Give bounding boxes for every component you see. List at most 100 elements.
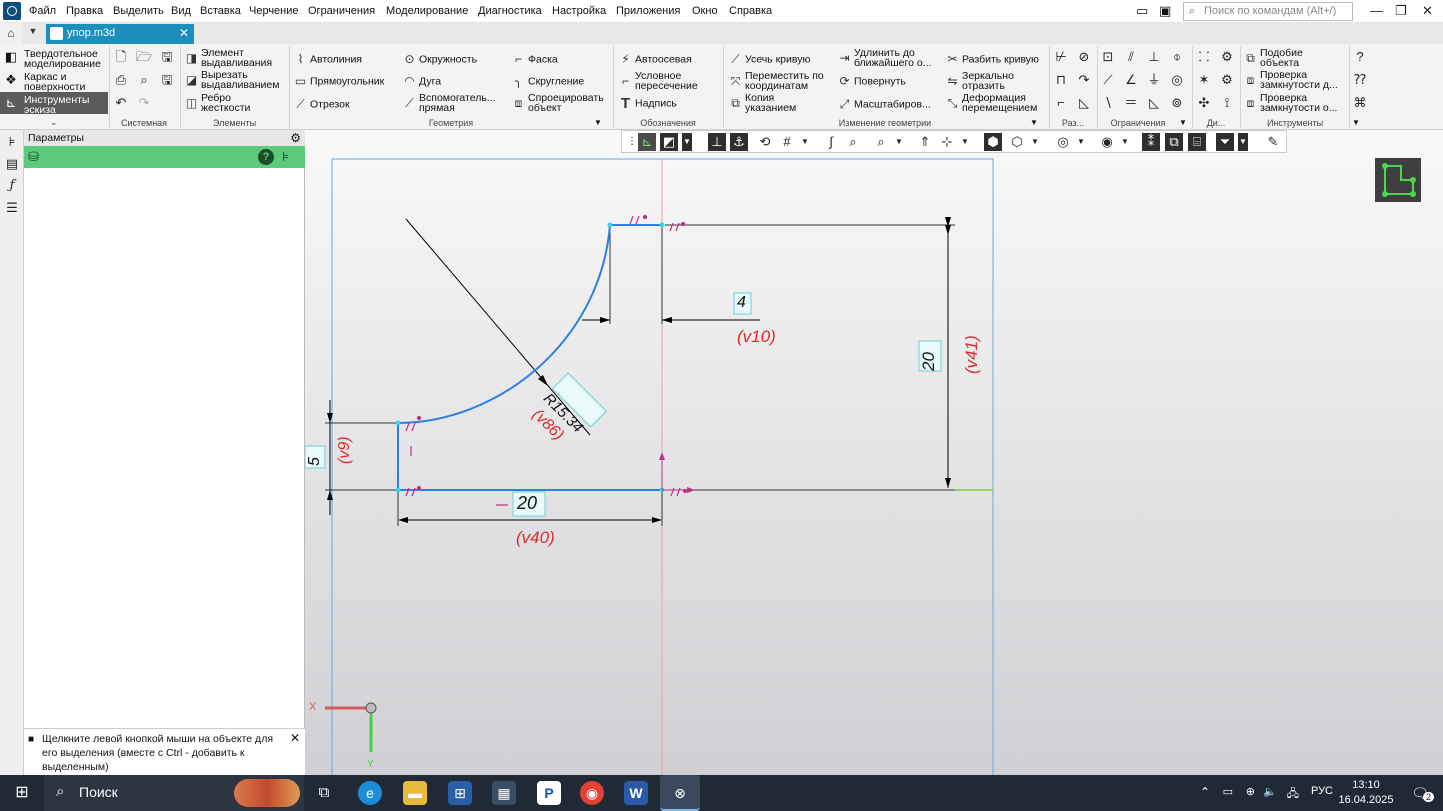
segment-button[interactable]: ⟋ Отрезок	[294, 98, 349, 111]
hint-close-icon[interactable]: ✕	[290, 731, 300, 745]
help-question-icon[interactable]: ?	[1352, 49, 1368, 65]
rotate-button[interactable]: ⟳ Повернуть	[838, 75, 905, 88]
parametric-icon[interactable]: ⚓	[730, 133, 748, 151]
camera-dropdown-icon[interactable]: ▼	[1120, 133, 1130, 151]
diag-star-icon[interactable]: ✶	[1196, 72, 1212, 88]
concentric-icon[interactable]: ◎	[1169, 72, 1185, 88]
rotate-view-icon[interactable]: ⟲	[756, 133, 774, 151]
curve-icon[interactable]: ∫	[822, 133, 840, 151]
mode-solid-modeling[interactable]: ◧ Твердотельное моделирование	[0, 46, 108, 70]
equal-icon[interactable]: ＝	[1123, 95, 1139, 111]
cut-extrude-button[interactable]: ◪ Вырезать выдавливанием	[185, 70, 280, 91]
deform-button[interactable]: ⤡ Деформация перемещением	[946, 93, 1038, 114]
camera-icon[interactable]: ◉	[1098, 133, 1116, 151]
vertical-constraint-icon[interactable]: ∖	[1100, 95, 1116, 111]
preview-icon[interactable]: ⌕	[136, 72, 152, 88]
chamfer-button[interactable]: ⌐ Фаска	[512, 53, 558, 66]
ribbon-more-dropdown-icon[interactable]: ▼	[1352, 118, 1360, 127]
circle-button[interactable]: ⊙ Окружность	[403, 53, 477, 66]
modify-dropdown-icon[interactable]: ▼	[1030, 118, 1038, 127]
hide-icon[interactable]: ◎	[1054, 133, 1072, 151]
windows-start-icon[interactable]: ⊞	[0, 775, 44, 811]
triangle-icon[interactable]: ◺	[1146, 95, 1162, 111]
tray-battery-icon[interactable]: ▭	[1223, 785, 1233, 798]
angle-constraint-icon[interactable]: ∠	[1123, 72, 1139, 88]
menu-help[interactable]: Справка	[729, 5, 772, 17]
menu-insert[interactable]: Вставка	[200, 5, 241, 17]
sketch-mode-icon[interactable]: ⊾	[638, 133, 656, 151]
dims-display-icon[interactable]: ⌸	[1188, 133, 1206, 151]
grid-dropdown-icon[interactable]: ▼	[800, 133, 810, 151]
eyedropper-icon[interactable]: ✎	[1264, 133, 1282, 151]
home-icon[interactable]: ⌂	[0, 23, 22, 44]
aux-line-button[interactable]: ⟋ Вспомогатель... прямая	[403, 93, 495, 114]
screen-icon[interactable]: ▣	[1159, 3, 1171, 19]
tray-network-icon[interactable]: 🖧	[1287, 785, 1299, 804]
tab-dropdown-icon[interactable]: ▼	[24, 26, 42, 36]
word-app-icon[interactable]: W	[624, 781, 648, 805]
tray-language[interactable]: РУС	[1311, 785, 1333, 797]
shaded-view-icon[interactable]: ⬢	[984, 133, 1002, 151]
menu-view[interactable]: Вид	[171, 5, 191, 17]
save-all-icon[interactable]: 🖫	[159, 72, 175, 88]
undo-icon[interactable]: ↶	[113, 95, 129, 111]
project-object-button[interactable]: ⧈ Спроецировать объект	[512, 93, 604, 114]
diag-check-icon[interactable]: ⚙	[1219, 49, 1235, 65]
kompas-app-icon[interactable]: ⊗	[660, 775, 700, 811]
zoom-icon[interactable]: ⌕	[844, 133, 862, 151]
trim-curve-button[interactable]: ⟋ Усечь кривую	[729, 53, 810, 66]
auto-axis-button[interactable]: ⚡ Автоосевая	[619, 53, 692, 66]
menu-window[interactable]: Окно	[692, 5, 718, 17]
text-label-button[interactable]: T Надпись	[619, 96, 677, 111]
filter-icon[interactable]: ⏷	[1216, 133, 1234, 151]
expand-modes-icon[interactable]: ⌄	[50, 117, 58, 128]
command-search-input[interactable]: ⌕ Поиск по командам (Alt+/)	[1183, 2, 1353, 21]
restore-icon[interactable]: ❐	[1395, 3, 1407, 19]
orient-dropdown-icon[interactable]: ▼	[960, 133, 970, 151]
menu-apps[interactable]: Приложения	[616, 5, 680, 17]
dim-auto-icon[interactable]: ⊬	[1053, 49, 1069, 65]
pan-icon[interactable]: ⇑	[916, 133, 934, 151]
similarity-button[interactable]: ⧉ Подобие объекта	[1244, 48, 1303, 69]
dim-label-5[interactable]: 5	[306, 457, 324, 466]
kompas-logo-icon[interactable]	[3, 2, 21, 20]
minimize-icon[interactable]: —	[1370, 3, 1383, 18]
closure-check-o-button[interactable]: ⧈ Проверка замкнутости о...	[1244, 93, 1338, 114]
properties-icon[interactable]: ▤	[4, 156, 20, 172]
equal-radius-icon[interactable]: ⊚	[1169, 95, 1185, 111]
dim-angle-icon[interactable]: ◺	[1076, 95, 1092, 111]
help-icon[interactable]: ?	[258, 149, 274, 165]
menu-constraints[interactable]: Ограничения	[308, 5, 375, 17]
layers-display-icon[interactable]: ⧉	[1165, 133, 1183, 151]
task-view-icon[interactable]: ⧉	[312, 781, 336, 805]
tangent-icon[interactable]: ⌽	[1169, 49, 1185, 65]
snap-icon[interactable]: ◩	[660, 133, 678, 151]
explorer-app-icon[interactable]: ▬	[403, 781, 427, 805]
dim-label-20-vertical[interactable]: 20	[919, 352, 939, 371]
tab-close-icon[interactable]: ✕	[179, 26, 189, 40]
tree-view-icon[interactable]: ⊧	[282, 149, 289, 165]
help-context-icon[interactable]: ⁇	[1352, 72, 1368, 88]
dim-label-4[interactable]: 4	[737, 294, 746, 312]
geometry-dropdown-icon[interactable]: ▼	[594, 118, 602, 127]
layers-icon[interactable]: ☰	[4, 200, 20, 216]
extend-button[interactable]: ⇥ Удлинить до ближайшего о...	[838, 48, 931, 69]
menu-modeling[interactable]: Моделирование	[386, 5, 468, 17]
split-curve-button[interactable]: ✂ Разбить кривую	[946, 53, 1038, 66]
zoom-dropdown-icon[interactable]: ▼	[894, 133, 904, 151]
tray-date[interactable]: 16.04.2025	[1338, 794, 1394, 806]
menu-diagnostics[interactable]: Диагностика	[478, 5, 542, 17]
mode-sketch-tools[interactable]: ⊾ Инструменты эскиза	[0, 92, 108, 115]
chrome-app-icon[interactable]: ◉	[580, 781, 604, 805]
edge-app-icon[interactable]: e	[358, 781, 382, 805]
close-icon[interactable]: ✕	[1422, 3, 1433, 19]
rectangle-button[interactable]: ▭ Прямоугольник	[294, 75, 384, 88]
constraints-dropdown-icon[interactable]: ▼	[1179, 118, 1187, 127]
tray-chevron-icon[interactable]: ⌃	[1200, 785, 1210, 799]
autoline-button[interactable]: ⌇ Автолиния	[294, 53, 362, 66]
copy-button[interactable]: ⧉ Копия указанием	[729, 93, 796, 114]
perpendicular-icon[interactable]: ⊥	[1146, 49, 1162, 65]
tray-app-icon[interactable]: ⊕	[1246, 785, 1255, 798]
filter-dropdown-icon[interactable]: ▼	[1238, 133, 1248, 151]
panel-layout-icon[interactable]: ▭	[1136, 3, 1148, 19]
